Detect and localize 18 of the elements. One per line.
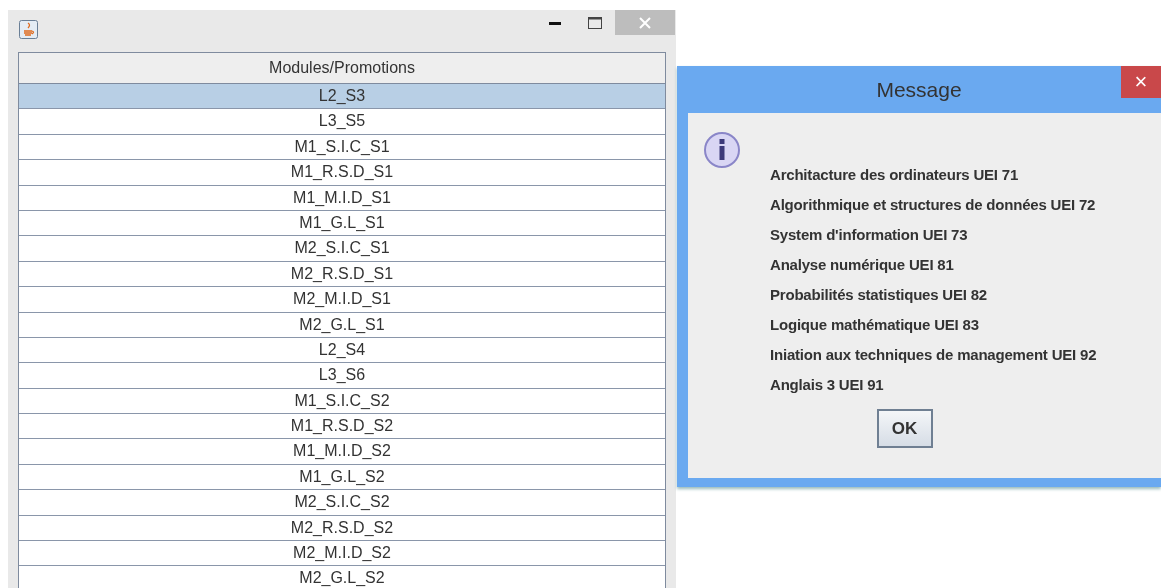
message-line: Iniation aux techniques de management UEI 92 (770, 345, 1098, 365)
close-button[interactable]: × (1121, 66, 1161, 98)
message-line: Logique mathématique UEI 83 (770, 315, 980, 335)
minimize-icon (549, 20, 561, 25)
app-icon (19, 20, 38, 39)
close-icon (639, 16, 651, 29)
dialog-title: Message (876, 78, 962, 102)
message-line: Analyse numérique UEI 81 (770, 255, 955, 275)
message-line: Architacture des ordinateurs UEI 71 (770, 165, 1020, 185)
message-line: Algorithmique et structures de données UEI 72 (770, 195, 1097, 215)
info-icon (704, 131, 742, 171)
message-line: Anglais 3 UEI 91 (770, 375, 885, 395)
table-row[interactable]: L2_S3 (19, 84, 665, 110)
message-line: System d'information UEI 73 (770, 225, 969, 245)
message-line: Probabilités statistiques UEI 82 (770, 285, 988, 305)
maximize-icon (588, 16, 602, 29)
ok-button[interactable]: OK (876, 409, 933, 448)
column-header[interactable]: Modules/Promotions (19, 53, 665, 84)
